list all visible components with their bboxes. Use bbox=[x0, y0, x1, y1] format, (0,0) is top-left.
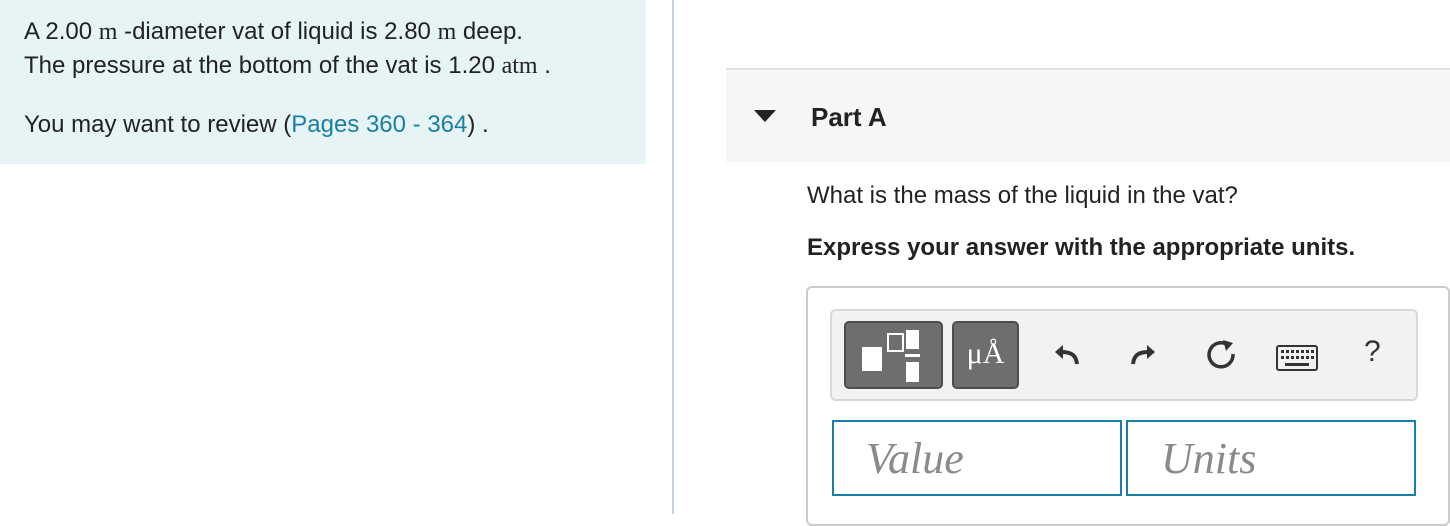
value-field[interactable] bbox=[832, 420, 1122, 496]
problem-text-part: deep. bbox=[456, 18, 523, 45]
review-text: You may want to review ( bbox=[24, 111, 292, 138]
units-icon: μÅ bbox=[966, 337, 1005, 370]
value-input[interactable] bbox=[834, 422, 1120, 494]
part-title: Part A bbox=[811, 102, 887, 132]
reset-icon[interactable] bbox=[1204, 337, 1238, 371]
unit-m: m bbox=[98, 19, 118, 45]
part-a-header[interactable]: Part A bbox=[726, 68, 1450, 162]
problem-text-part: -diameter vat of liquid is 2.80 bbox=[117, 18, 438, 45]
help-button[interactable]: ? bbox=[1364, 335, 1381, 369]
unit-atm: atm bbox=[501, 53, 538, 79]
review-pages-link[interactable]: Pages 360 - 364 bbox=[291, 111, 467, 138]
problem-text: A 2.00 m -diameter vat of liquid is 2.80… bbox=[24, 15, 622, 83]
review-text: ) . bbox=[467, 111, 489, 138]
problem-statement: A 2.00 m -diameter vat of liquid is 2.80… bbox=[0, 0, 646, 164]
redo-icon[interactable] bbox=[1126, 337, 1158, 369]
instruction-text: Express your answer with the appropriate… bbox=[807, 234, 1356, 261]
math-toolbar: μÅ ? bbox=[830, 309, 1418, 401]
collapse-caret-icon[interactable] bbox=[754, 110, 776, 122]
review-note: You may want to review (Pages 360 - 364)… bbox=[24, 108, 622, 141]
templates-button[interactable] bbox=[844, 321, 943, 389]
problem-text-part: The pressure at the bottom of the vat is… bbox=[24, 52, 502, 79]
units-button[interactable]: μÅ bbox=[952, 321, 1019, 389]
units-input[interactable] bbox=[1128, 422, 1414, 494]
undo-icon[interactable] bbox=[1052, 337, 1084, 369]
problem-text-part: A 2.00 bbox=[24, 18, 99, 45]
question-text: What is the mass of the liquid in the va… bbox=[807, 182, 1238, 209]
panel-divider bbox=[672, 0, 674, 514]
unit-m: m bbox=[437, 19, 457, 45]
problem-text-part: . bbox=[537, 52, 551, 79]
templates-icon bbox=[862, 330, 920, 382]
units-field[interactable] bbox=[1126, 420, 1416, 496]
keyboard-icon[interactable] bbox=[1276, 345, 1318, 371]
